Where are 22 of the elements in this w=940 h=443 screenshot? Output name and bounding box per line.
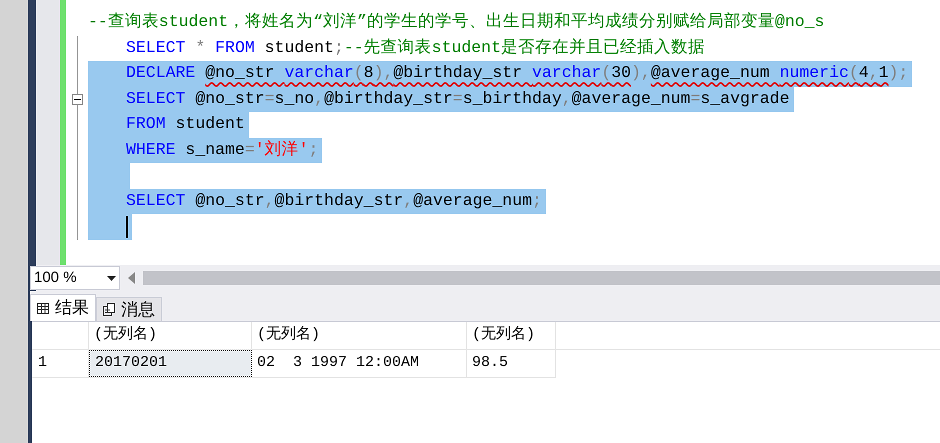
message-icon (103, 303, 115, 316)
table-cell: 02 3 1997 12:00AM (252, 350, 467, 377)
column-header[interactable]: (无列名) (252, 322, 467, 349)
collapse-icon[interactable] (72, 94, 82, 105)
code-line: WHERE s_name='刘洋'; (126, 138, 318, 161)
caret-icon (107, 276, 116, 280)
results-tab[interactable]: 结果 (30, 294, 96, 321)
code-line: SELECT @no_str=s_no,@birthday_str=s_birthday,@average_num=s_avgrade (126, 88, 790, 110)
grid-icon (37, 302, 49, 314)
code-line: SELECT @no_str,@birthday_str,@average_num; (126, 190, 542, 212)
code-line: SELECT * FROM student;--先查询表student是否存在并且已经插入数据 (126, 36, 705, 59)
table-cell: 98.5 (467, 350, 556, 377)
results-tab[interactable]: 消息 (96, 297, 162, 321)
column-header[interactable]: (无列名) (467, 322, 556, 349)
table-cell: 20170201 (89, 350, 252, 377)
code-line: --查询表student，将姓名为“刘洋”的学生的学号、出生日期和平均成绩分别赋给局部变量@no_s (88, 11, 824, 34)
code-line: DECLARE @no_str varchar(8),@birthday_str varchar(30),@average_num numeric(4,1); (126, 62, 908, 84)
scroll-left-icon[interactable] (128, 272, 135, 284)
code-line: FROM student (126, 113, 245, 136)
zoom-dropdown[interactable]: 100 % (30, 266, 120, 290)
column-header[interactable]: (无列名) (89, 322, 252, 349)
horizontal-scrollbar[interactable] (143, 271, 940, 285)
